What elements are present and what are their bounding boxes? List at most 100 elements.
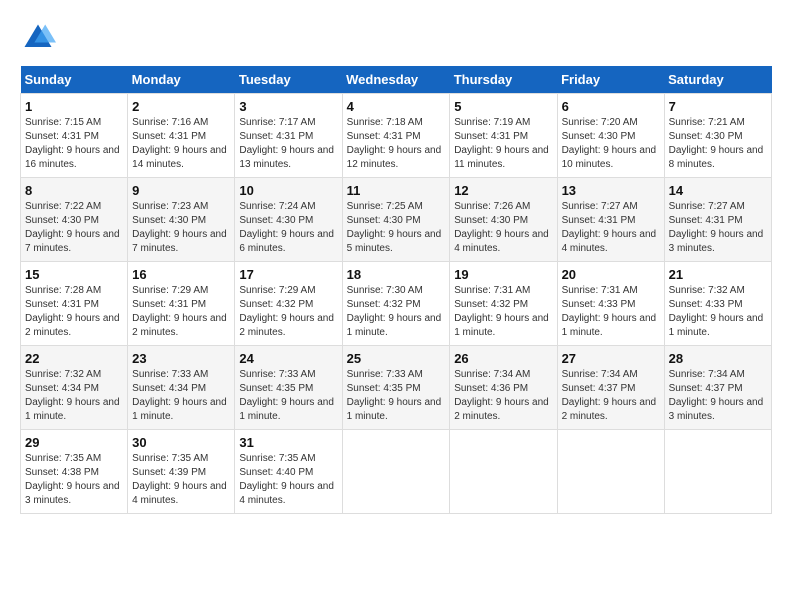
day-info: Sunrise: 7:22 AM Sunset: 4:30 PM Dayligh… [25, 200, 123, 256]
day-number: 5 [454, 99, 552, 114]
day-info: Sunrise: 7:26 AM Sunset: 4:30 PM Dayligh… [454, 200, 552, 256]
day-number: 1 [25, 99, 123, 114]
day-cell: 23 Sunrise: 7:33 AM Sunset: 4:34 PM Dayli… [128, 346, 235, 430]
day-info: Sunrise: 7:27 AM Sunset: 4:31 PM Dayligh… [669, 200, 767, 256]
day-number: 8 [25, 183, 123, 198]
week-row-1: 1 Sunrise: 7:15 AM Sunset: 4:31 PM Daylig… [21, 94, 772, 178]
day-number: 17 [239, 267, 337, 282]
day-cell: 17 Sunrise: 7:29 AM Sunset: 4:32 PM Dayli… [235, 262, 342, 346]
week-row-2: 8 Sunrise: 7:22 AM Sunset: 4:30 PM Daylig… [21, 178, 772, 262]
day-cell [342, 430, 450, 514]
day-cell: 10Sunrise: 7:24 AM Sunset: 4:30 PM Dayli… [235, 178, 342, 262]
day-info: Sunrise: 7:33 AM Sunset: 4:34 PM Dayligh… [132, 368, 230, 424]
week-row-5: 29 Sunrise: 7:35 AM Sunset: 4:38 PM Dayli… [21, 430, 772, 514]
day-info: Sunrise: 7:19 AM Sunset: 4:31 PM Dayligh… [454, 116, 552, 172]
day-number: 9 [132, 183, 230, 198]
day-info: Sunrise: 7:32 AM Sunset: 4:33 PM Dayligh… [669, 284, 767, 340]
day-cell: 3Sunrise: 7:17 AM Sunset: 4:31 PM Daylig… [235, 94, 342, 178]
col-header-monday: Monday [128, 66, 235, 94]
day-cell: 20 Sunrise: 7:31 AM Sunset: 4:33 PM Dayli… [557, 262, 664, 346]
week-row-4: 22Sunrise: 7:32 AM Sunset: 4:34 PM Dayli… [21, 346, 772, 430]
day-number: 26 [454, 351, 552, 366]
day-number: 14 [669, 183, 767, 198]
day-cell: 26 Sunrise: 7:34 AM Sunset: 4:36 PM Dayli… [450, 346, 557, 430]
day-number: 16 [132, 267, 230, 282]
day-number: 25 [347, 351, 446, 366]
day-cell: 18 Sunrise: 7:30 AM Sunset: 4:32 PM Dayli… [342, 262, 450, 346]
col-header-sunday: Sunday [21, 66, 128, 94]
day-info: Sunrise: 7:33 AM Sunset: 4:35 PM Dayligh… [239, 368, 337, 424]
day-number: 15 [25, 267, 123, 282]
day-info: Sunrise: 7:23 AM Sunset: 4:30 PM Dayligh… [132, 200, 230, 256]
day-info: Sunrise: 7:27 AM Sunset: 4:31 PM Dayligh… [562, 200, 660, 256]
calendar-table: SundayMondayTuesdayWednesdayThursdayFrid… [20, 66, 772, 514]
day-info: Sunrise: 7:30 AM Sunset: 4:32 PM Dayligh… [347, 284, 446, 340]
day-info: Sunrise: 7:16 AM Sunset: 4:31 PM Dayligh… [132, 116, 230, 172]
day-cell: 11 Sunrise: 7:25 AM Sunset: 4:30 PM Dayli… [342, 178, 450, 262]
day-info: Sunrise: 7:35 AM Sunset: 4:39 PM Dayligh… [132, 452, 230, 508]
day-info: Sunrise: 7:29 AM Sunset: 4:32 PM Dayligh… [239, 284, 337, 340]
day-info: Sunrise: 7:33 AM Sunset: 4:35 PM Dayligh… [347, 368, 446, 424]
col-header-friday: Friday [557, 66, 664, 94]
day-cell: 9 Sunrise: 7:23 AM Sunset: 4:30 PM Daylig… [128, 178, 235, 262]
day-cell: 12 Sunrise: 7:26 AM Sunset: 4:30 PM Dayli… [450, 178, 557, 262]
day-number: 30 [132, 435, 230, 450]
col-header-thursday: Thursday [450, 66, 557, 94]
day-number: 23 [132, 351, 230, 366]
day-info: Sunrise: 7:34 AM Sunset: 4:37 PM Dayligh… [669, 368, 767, 424]
day-cell: 2Sunrise: 7:16 AM Sunset: 4:31 PM Daylig… [128, 94, 235, 178]
day-cell: 21 Sunrise: 7:32 AM Sunset: 4:33 PM Dayli… [664, 262, 771, 346]
day-number: 11 [347, 183, 446, 198]
day-info: Sunrise: 7:35 AM Sunset: 4:40 PM Dayligh… [239, 452, 337, 508]
day-info: Sunrise: 7:34 AM Sunset: 4:36 PM Dayligh… [454, 368, 552, 424]
day-number: 31 [239, 435, 337, 450]
day-cell [557, 430, 664, 514]
day-cell: 19 Sunrise: 7:31 AM Sunset: 4:32 PM Dayli… [450, 262, 557, 346]
day-cell: 5 Sunrise: 7:19 AM Sunset: 4:31 PM Daylig… [450, 94, 557, 178]
day-cell: 30 Sunrise: 7:35 AM Sunset: 4:39 PM Dayli… [128, 430, 235, 514]
col-header-wednesday: Wednesday [342, 66, 450, 94]
day-cell: 15 Sunrise: 7:28 AM Sunset: 4:31 PM Dayli… [21, 262, 128, 346]
logo-icon [20, 20, 56, 56]
day-number: 21 [669, 267, 767, 282]
header-row: SundayMondayTuesdayWednesdayThursdayFrid… [21, 66, 772, 94]
day-info: Sunrise: 7:15 AM Sunset: 4:31 PM Dayligh… [25, 116, 123, 172]
day-number: 29 [25, 435, 123, 450]
day-number: 18 [347, 267, 446, 282]
day-number: 6 [562, 99, 660, 114]
day-cell [664, 430, 771, 514]
day-info: Sunrise: 7:31 AM Sunset: 4:32 PM Dayligh… [454, 284, 552, 340]
day-number: 20 [562, 267, 660, 282]
day-cell: 28 Sunrise: 7:34 AM Sunset: 4:37 PM Dayli… [664, 346, 771, 430]
day-number: 4 [347, 99, 446, 114]
day-cell: 29 Sunrise: 7:35 AM Sunset: 4:38 PM Dayli… [21, 430, 128, 514]
day-info: Sunrise: 7:31 AM Sunset: 4:33 PM Dayligh… [562, 284, 660, 340]
day-info: Sunrise: 7:17 AM Sunset: 4:31 PM Dayligh… [239, 116, 337, 172]
day-cell: 25 Sunrise: 7:33 AM Sunset: 4:35 PM Dayli… [342, 346, 450, 430]
day-info: Sunrise: 7:20 AM Sunset: 4:30 PM Dayligh… [562, 116, 660, 172]
day-number: 12 [454, 183, 552, 198]
day-number: 28 [669, 351, 767, 366]
page-header [20, 20, 772, 56]
day-cell: 8 Sunrise: 7:22 AM Sunset: 4:30 PM Daylig… [21, 178, 128, 262]
day-cell: 31 Sunrise: 7:35 AM Sunset: 4:40 PM Dayli… [235, 430, 342, 514]
week-row-3: 15 Sunrise: 7:28 AM Sunset: 4:31 PM Dayli… [21, 262, 772, 346]
day-cell: 16 Sunrise: 7:29 AM Sunset: 4:31 PM Dayli… [128, 262, 235, 346]
day-info: Sunrise: 7:29 AM Sunset: 4:31 PM Dayligh… [132, 284, 230, 340]
day-number: 13 [562, 183, 660, 198]
day-cell: 27 Sunrise: 7:34 AM Sunset: 4:37 PM Dayli… [557, 346, 664, 430]
day-info: Sunrise: 7:34 AM Sunset: 4:37 PM Dayligh… [562, 368, 660, 424]
day-cell: 4 Sunrise: 7:18 AM Sunset: 4:31 PM Daylig… [342, 94, 450, 178]
day-number: 27 [562, 351, 660, 366]
day-number: 19 [454, 267, 552, 282]
day-info: Sunrise: 7:25 AM Sunset: 4:30 PM Dayligh… [347, 200, 446, 256]
day-info: Sunrise: 7:18 AM Sunset: 4:31 PM Dayligh… [347, 116, 446, 172]
day-number: 24 [239, 351, 337, 366]
day-info: Sunrise: 7:32 AM Sunset: 4:34 PM Dayligh… [25, 368, 123, 424]
day-info: Sunrise: 7:28 AM Sunset: 4:31 PM Dayligh… [25, 284, 123, 340]
day-info: Sunrise: 7:24 AM Sunset: 4:30 PM Dayligh… [239, 200, 337, 256]
day-cell: 7Sunrise: 7:21 AM Sunset: 4:30 PM Daylig… [664, 94, 771, 178]
day-info: Sunrise: 7:21 AM Sunset: 4:30 PM Dayligh… [669, 116, 767, 172]
day-info: Sunrise: 7:35 AM Sunset: 4:38 PM Dayligh… [25, 452, 123, 508]
col-header-saturday: Saturday [664, 66, 771, 94]
